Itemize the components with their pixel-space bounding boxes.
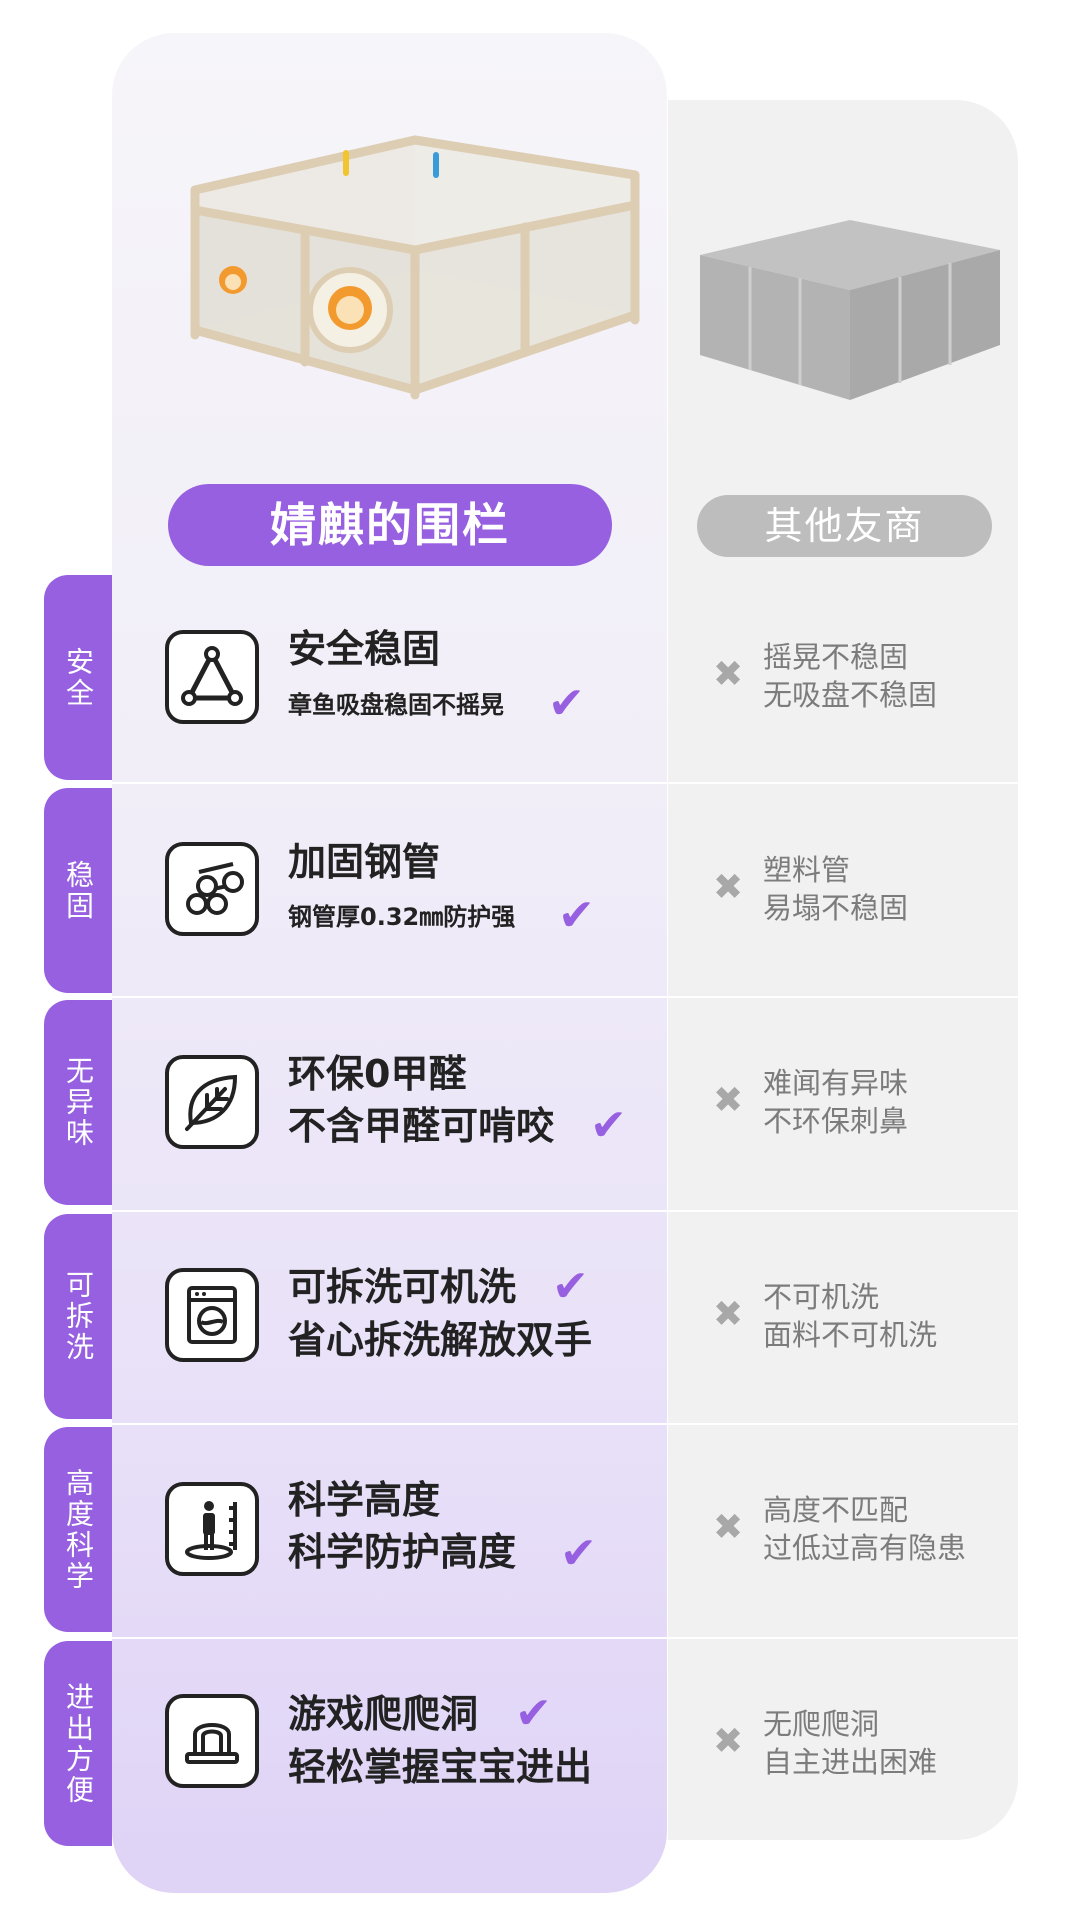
check-icon: ✔ [590,1100,627,1151]
side-tab-safety: 安全 [44,575,112,780]
cross-icon: ✖ [713,1294,744,1335]
rival-text: 难闻有异味 不环保刺鼻 [763,1066,909,1138]
feature-subtitle: 章鱼吸盘稳固不摇晃 [288,691,504,719]
rival-text: 高度不匹配 过低过高有隐患 [763,1493,967,1565]
row-divider [112,1423,1018,1425]
side-tab-washable: 可拆洗 [44,1214,112,1419]
cross-icon: ✖ [713,654,744,695]
side-tab-easy-access: 进出方便 [44,1641,112,1846]
cross-icon: ✖ [713,1721,744,1762]
row-divider [112,1637,1018,1639]
feature-title: 环保0甲醛 [288,1052,467,1096]
cross-icon: ✖ [713,1080,744,1121]
check-icon: ✔ [558,890,595,941]
leaf-icon [165,1055,259,1149]
side-tab-height: 高度科学 [44,1427,112,1632]
rival-text: 摇晃不稳固 无吸盘不稳固 [763,640,938,712]
brand-header-pill: 婧麒的围栏 [168,484,612,566]
row-divider [112,782,1018,784]
feature-subtitle: 省心拆洗解放双手 [288,1318,593,1362]
rival-text: 无爬爬洞 自主进出困难 [763,1707,938,1779]
feature-subtitle: 轻松掌握宝宝进出 [288,1745,593,1789]
feature-title: 可拆洗可机洗 [288,1265,517,1309]
check-icon: ✔ [552,1261,589,1312]
check-icon: ✔ [548,678,585,729]
feature-subtitle: 不含甲醛可啃咬 [288,1104,555,1148]
playpen-product-image [190,135,640,400]
feature-title: 游戏爬爬洞 [288,1692,479,1736]
rival-text: 不可机洗 面料不可机洗 [763,1280,938,1352]
rival-playpen-image [700,220,1000,400]
feature-title: 安全稳固 [288,627,441,671]
rival-header-pill: 其他友商 [697,495,992,557]
rival-text: 塑料管 易塌不稳固 [763,853,909,925]
row-divider [112,1210,1018,1212]
cross-icon: ✖ [713,1507,744,1548]
height-measure-icon [165,1482,259,1576]
check-icon: ✔ [515,1688,552,1739]
side-tab-odorless: 无异味 [44,1000,112,1205]
feature-title: 科学高度 [288,1478,441,1522]
cross-icon: ✖ [713,867,744,908]
washing-machine-icon [165,1268,259,1362]
feature-title: 加固钢管 [288,840,441,884]
side-tab-sturdy: 稳固 [44,788,112,993]
triangle-stability-icon [165,630,259,724]
check-icon: ✔ [560,1528,597,1579]
row-divider [112,996,1018,998]
crawl-tunnel-icon [165,1694,259,1788]
feature-subtitle: 科学防护高度 [288,1530,517,1574]
steel-pipe-icon [165,842,259,936]
feature-subtitle: 钢管厚0.32㎜防护强 [288,903,516,931]
